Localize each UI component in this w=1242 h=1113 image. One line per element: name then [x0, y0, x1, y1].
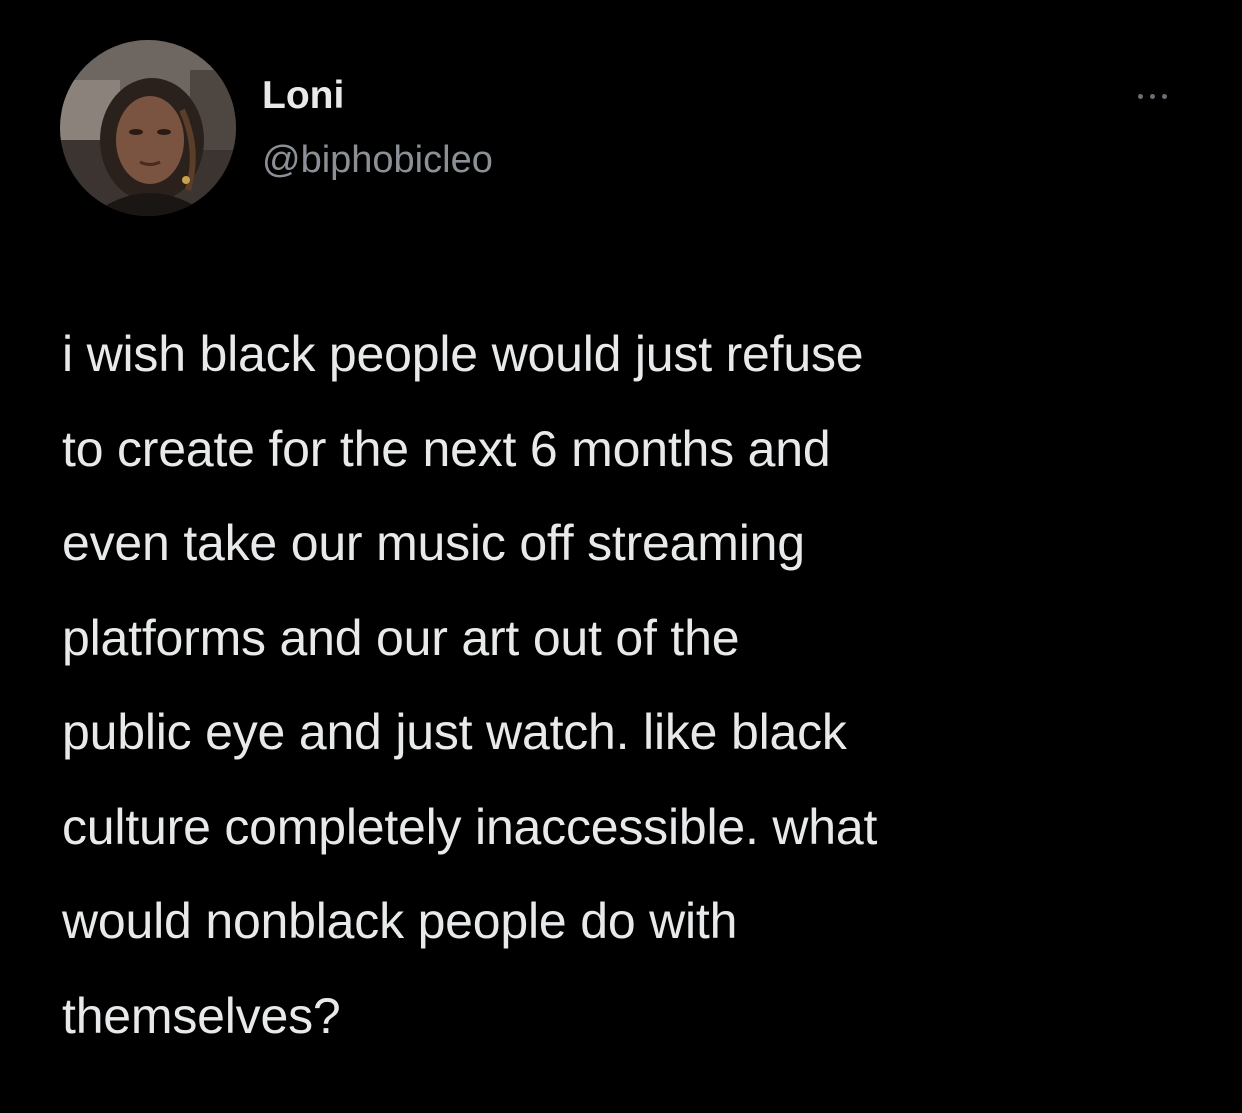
more-dot — [1149, 93, 1155, 99]
tweet-body-text: i wish black people would just refuse to… — [62, 326, 878, 1044]
more-dot — [1161, 93, 1167, 99]
author-handle[interactable]: @biphobicleo — [262, 136, 493, 184]
tweet-card: Loni @biphobicleo i wish black people wo… — [0, 0, 1242, 1113]
more-dot — [1137, 93, 1143, 99]
author-avatar[interactable] — [60, 40, 236, 216]
more-options-icon[interactable] — [1120, 84, 1184, 108]
author-display-name[interactable]: Loni — [262, 72, 344, 120]
avatar-photo-icon — [60, 40, 236, 216]
